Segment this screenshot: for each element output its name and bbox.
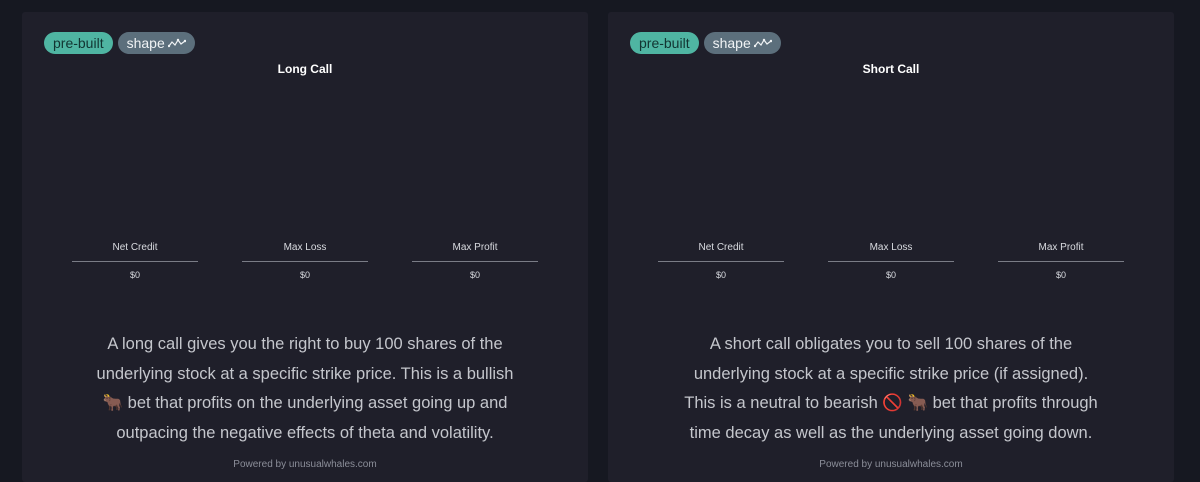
stat-label: Max Profit [998,241,1124,262]
strategy-title: Long Call [277,62,333,76]
strategy-title: Short Call [862,62,920,76]
stat-max-loss: Max Loss $0 [242,241,368,280]
strategy-card-long-call: pre-built shape Long Call Net Credit $0 … [22,12,588,482]
wave-line-icon [167,38,186,48]
pre-built-tag[interactable]: pre-built [44,32,113,54]
stat-value: $0 [299,270,310,280]
stat-value: $0 [129,270,140,280]
stat-max-loss: Max Loss $0 [828,241,954,280]
stat-label: Net Credit [72,241,198,262]
strategy-description: A short call obligates you to sell 100 s… [684,335,1098,442]
stat-label: Max Profit [412,241,538,262]
payoff-chart-area [628,84,1154,234]
tag-group: pre-built shape [44,32,195,54]
wave-line-icon [753,38,772,48]
stat-label: Max Loss [242,241,368,262]
stat-value: $0 [715,270,726,280]
shape-tag-label: shape [712,35,751,51]
stat-max-profit: Max Profit $0 [412,241,538,280]
strategy-description: A long call gives you the right to buy 1… [96,335,514,442]
stat-label: Net Credit [658,241,784,262]
shape-tag[interactable]: shape [117,32,195,54]
strategy-card-short-call: pre-built shape Short Call Net Credit $0… [608,12,1174,482]
stat-net-credit: Net Credit $0 [72,241,198,280]
stat-value: $0 [1055,270,1066,280]
shape-tag-label: shape [126,35,165,51]
stat-max-profit: Max Profit $0 [998,241,1124,280]
shape-tag[interactable]: shape [703,32,781,54]
tag-group: pre-built shape [630,32,781,54]
payoff-chart-area [42,84,568,234]
stat-value: $0 [885,270,896,280]
powered-by-link[interactable]: Powered by unusualwhales.com [22,459,588,470]
pre-built-tag[interactable]: pre-built [630,32,699,54]
stat-label: Max Loss [828,241,954,262]
powered-by-link[interactable]: Powered by unusualwhales.com [608,459,1174,470]
stat-value: $0 [469,270,480,280]
stats-row: Net Credit $0 Max Loss $0 Max Profit $0 [658,241,1124,285]
stats-row: Net Credit $0 Max Loss $0 Max Profit $0 [72,241,538,285]
stat-net-credit: Net Credit $0 [658,241,784,280]
